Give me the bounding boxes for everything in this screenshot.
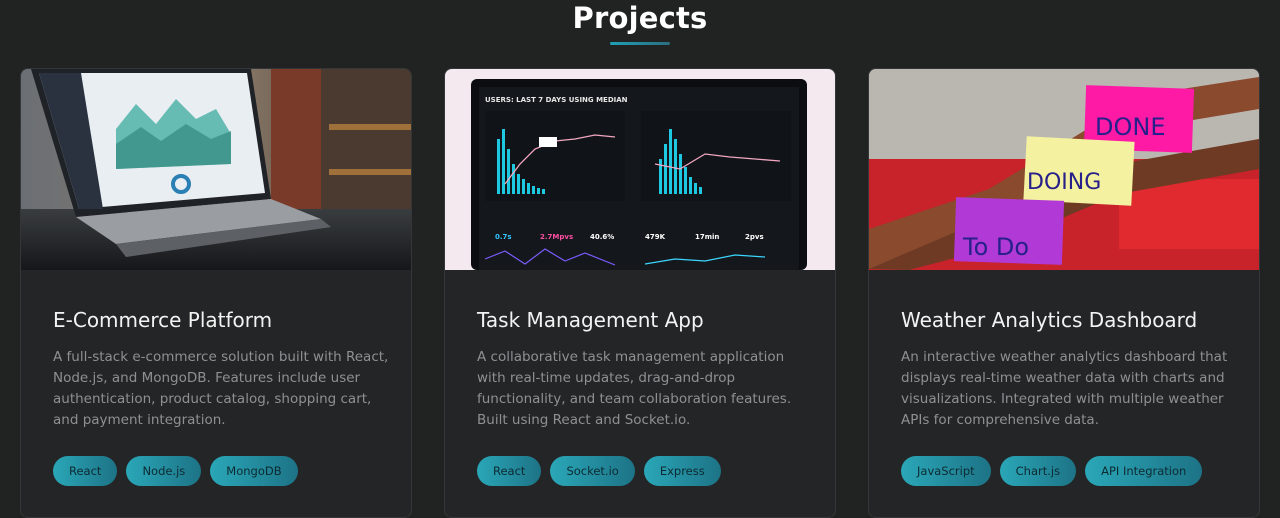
- tag-javascript[interactable]: JavaScript: [901, 456, 991, 486]
- project-card-ecommerce[interactable]: E-Commerce Platform A full-stack e-comme…: [20, 68, 412, 518]
- tag-list: React Socket.io Express: [477, 456, 721, 486]
- tag-nodejs[interactable]: Node.js: [126, 456, 202, 486]
- project-title: Weather Analytics Dashboard: [901, 308, 1198, 332]
- project-description: A full-stack e-commerce solution built w…: [53, 349, 389, 428]
- note-done: DONE: [1095, 113, 1166, 141]
- tag-react[interactable]: React: [477, 456, 542, 486]
- tag-list: React Node.js MongoDB: [53, 456, 298, 486]
- title-underline: [610, 42, 670, 45]
- screen-metric-5: 17min: [695, 233, 719, 241]
- tag-express[interactable]: Express: [643, 456, 721, 486]
- tag-mongodb[interactable]: MongoDB: [210, 456, 298, 486]
- project-title: E-Commerce Platform: [53, 308, 273, 332]
- project-image-laptop: [21, 69, 411, 270]
- project-description: A collaborative task management applicat…: [477, 349, 792, 428]
- screen-metric-3: 40.6%: [590, 233, 614, 241]
- screen-metric-4: 479K: [645, 233, 666, 241]
- section-title: Projects: [572, 1, 708, 35]
- tag-chartjs[interactable]: Chart.js: [999, 456, 1077, 486]
- tag-socketio[interactable]: Socket.io: [550, 456, 635, 486]
- screen-header: USERS: LAST 7 DAYS USING MEDIAN: [485, 96, 628, 104]
- note-doing: DOING: [1027, 170, 1101, 195]
- project-description: An interactive weather analytics dashboa…: [901, 349, 1228, 428]
- project-card-weather[interactable]: DONE DOING To Do Weather Analytics Dashb…: [868, 68, 1260, 518]
- project-image-monitor: USERS: LAST 7 DAYS USING MEDIAN 0.7s 2.7…: [445, 69, 835, 270]
- tag-api-integration[interactable]: API Integration: [1085, 456, 1203, 486]
- tag-list: JavaScript Chart.js API Integration: [901, 456, 1203, 486]
- note-todo: To Do: [962, 233, 1029, 261]
- screen-metric-2: 2.7Mpvs: [540, 233, 573, 241]
- project-title: Task Management App: [477, 308, 704, 332]
- project-image-sticky-notes: DONE DOING To Do: [869, 69, 1259, 270]
- screen-metric-6: 2pvs: [745, 233, 764, 241]
- tag-react[interactable]: React: [53, 456, 118, 486]
- project-card-task-management[interactable]: USERS: LAST 7 DAYS USING MEDIAN 0.7s 2.7…: [444, 68, 836, 518]
- screen-metric-1: 0.7s: [495, 233, 512, 241]
